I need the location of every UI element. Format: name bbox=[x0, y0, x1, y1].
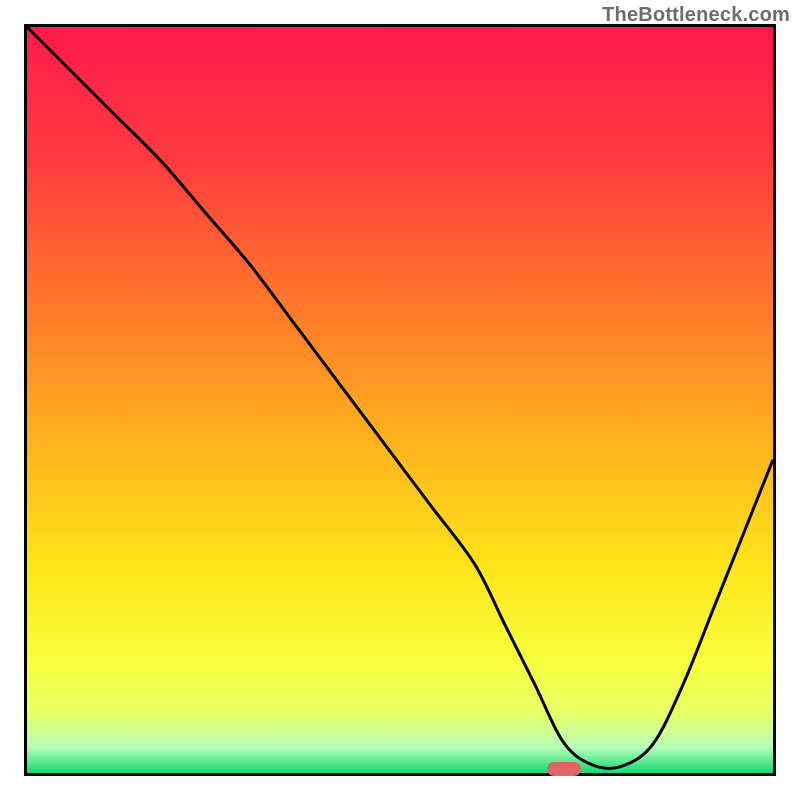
figure-root: TheBottleneck.com bbox=[0, 0, 800, 800]
bottleneck-curve bbox=[27, 27, 773, 768]
plot-frame bbox=[24, 24, 776, 776]
optimal-marker bbox=[547, 762, 581, 776]
curve-layer bbox=[27, 27, 773, 773]
plot-area bbox=[27, 27, 773, 773]
